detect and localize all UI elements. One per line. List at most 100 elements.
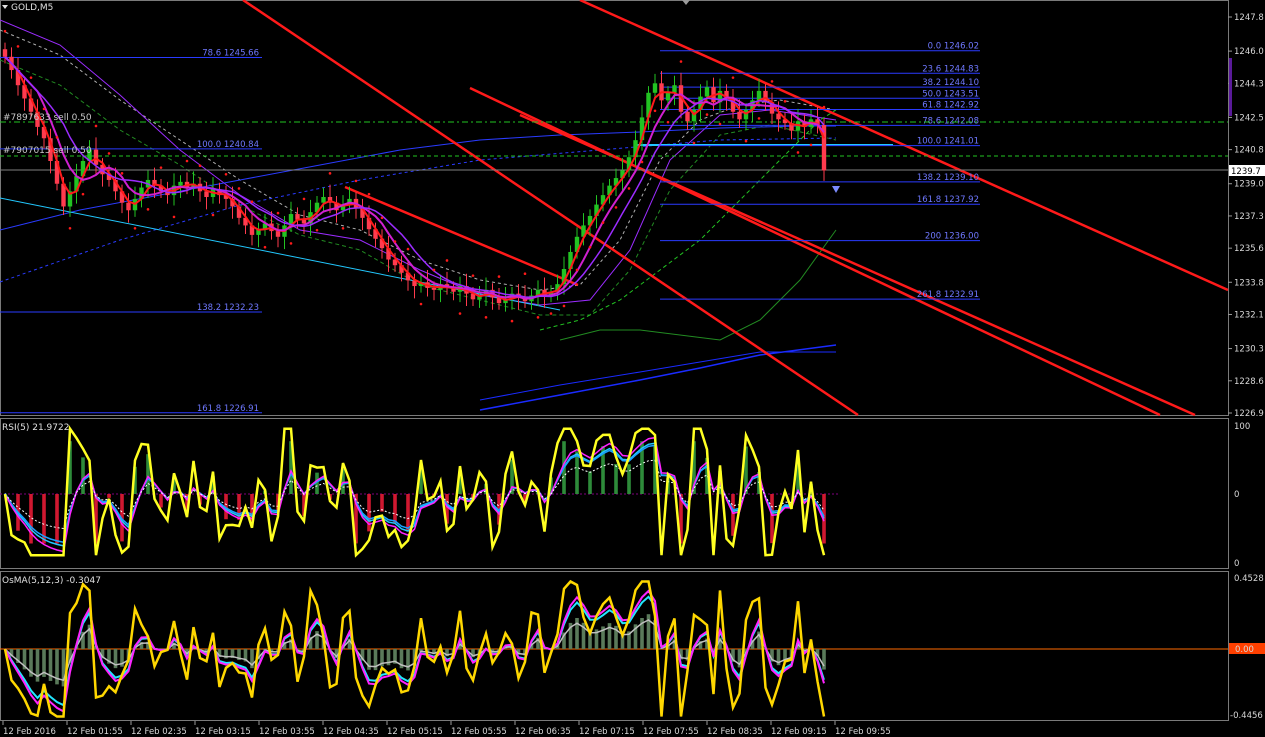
rsi-histogram-bar	[393, 494, 397, 524]
scroll-marker-icon[interactable]	[682, 0, 690, 5]
sar-dot	[432, 268, 436, 272]
osma-histogram-bar	[822, 649, 826, 670]
rsi-histogram-bar	[575, 451, 579, 494]
sar-dot	[237, 187, 241, 190]
sar-dot	[445, 259, 449, 262]
time-tick-label: 12 Feb 02:35	[131, 727, 187, 737]
red-channel-lines[interactable]	[242, 0, 1229, 417]
price-tick-label: 1228.6	[1234, 377, 1264, 387]
sar-dot	[211, 213, 215, 217]
fib-right-label: 261.8 1232.91	[917, 290, 979, 300]
time-tick-label: 12 Feb 05:15	[387, 727, 443, 737]
fib-left-label: 138.2 1232.23	[197, 303, 259, 313]
sar-dot	[159, 166, 163, 169]
time-tick-label: 12 Feb 09:15	[771, 727, 827, 737]
rsi-histogram-bar	[731, 494, 735, 536]
fib-right-label: 0.0 1246.02	[928, 42, 979, 52]
fib-right-label: 161.8 1237.92	[917, 195, 979, 205]
sar-dot	[146, 208, 150, 211]
candle-body	[275, 231, 281, 237]
sar-dot	[796, 151, 800, 154]
time-tick-label: 12 Feb 05:55	[451, 727, 507, 737]
sar-dot	[133, 226, 137, 230]
moving-average-line	[4, 56, 825, 298]
sar-dot	[419, 302, 423, 306]
sar-dot	[341, 226, 345, 230]
sar-dot	[718, 122, 722, 126]
sar-dot	[42, 107, 46, 111]
sar-dot	[81, 192, 85, 196]
candle-body	[665, 92, 671, 101]
sell-arrow-icon	[832, 186, 840, 193]
time-axis[interactable]: 12 Feb 2016 12 Feb 01:55 12 Feb 02:35 12 Fe…	[2, 721, 891, 737]
sar-dot	[380, 216, 384, 220]
price-tick-label: 1239.0	[1234, 180, 1264, 190]
sar-dot	[510, 319, 514, 323]
candle-body	[672, 85, 677, 93]
sar-dot	[471, 274, 475, 277]
fib-right-label: 200 1236.00	[925, 232, 979, 242]
sar-dot	[692, 141, 696, 145]
sar-dot	[120, 172, 124, 175]
rsi-histogram-bar	[588, 471, 592, 494]
sar-dot	[770, 80, 774, 83]
order-label-1[interactable]: #7897633 sell 0.50	[3, 113, 92, 123]
rsi-histogram-bar	[55, 494, 59, 544]
sar-dot	[640, 160, 644, 164]
sar-dot	[289, 242, 293, 245]
time-tick-label: 12 Feb 07:55	[643, 727, 699, 737]
sar-dot	[458, 312, 462, 315]
rsi-histogram-bar	[614, 463, 618, 494]
osma-tick-zero: 0.00	[1235, 645, 1254, 655]
osma-tick-top: 0.4528	[1234, 574, 1264, 584]
sar-dot	[406, 247, 410, 251]
time-tick-label: 12 Feb 2016	[3, 727, 56, 737]
price-axis[interactable]: 1247.8 1246.0 1244.3 1242.5 1240.8 1239.0 1237…	[1228, 13, 1264, 419]
chevron-down-icon[interactable]	[2, 5, 8, 9]
fib-left-label: 100.0 1240.84	[197, 140, 259, 150]
moving-average-line	[4, 56, 825, 300]
rsi-histogram-bar	[159, 494, 163, 508]
order-label-2[interactable]: #7907015 sell 0.50	[3, 146, 92, 156]
trading-chart[interactable]: 0.0 1246.02 23.6 1244.83 38.2 1244.1050.0 …	[0, 0, 1265, 737]
sar-dot	[107, 152, 111, 155]
cyan-trendline[interactable]	[0, 197, 561, 311]
rsi-histogram-bar	[406, 494, 410, 532]
candle-body	[178, 181, 183, 186]
time-tick-label: 12 Feb 03:15	[195, 727, 251, 737]
rsi-title: RSI(5) 21.9722	[2, 423, 69, 433]
sar-dot	[809, 143, 813, 147]
sar-dot	[263, 245, 267, 249]
fib-right-label: 100.0 1241.01	[917, 137, 979, 147]
fib-right-label: 50.0 1243.51	[922, 89, 979, 99]
rsi-tick-100: 100	[1234, 422, 1250, 432]
price-scroll-indicator[interactable]	[1229, 58, 1232, 116]
sar-dot	[315, 228, 319, 232]
sar-dot	[328, 172, 332, 175]
sar-dot	[497, 275, 501, 278]
sar-dot	[94, 124, 98, 128]
sar-dot	[614, 206, 618, 209]
current-price-label: 1239.7	[1231, 167, 1261, 177]
time-tick-label: 12 Feb 04:35	[323, 727, 379, 737]
fib-right-label: 78.6 1242.08	[922, 116, 979, 126]
candle-body	[704, 87, 710, 97]
sar-dot	[68, 226, 72, 230]
sar-dot	[29, 76, 33, 79]
symbol-title[interactable]: GOLD,M5	[2, 3, 53, 13]
sar-dot	[705, 113, 709, 116]
candle-body	[321, 197, 326, 203]
price-tick-label: 1247.8	[1234, 13, 1264, 23]
rsi-histogram-bar	[367, 494, 371, 532]
sar-dot	[757, 117, 761, 120]
fib-right-label: 38.2 1244.10	[922, 78, 979, 88]
time-tick-label: 12 Feb 06:35	[515, 727, 571, 737]
sar-dot	[627, 187, 631, 190]
sar-dot	[523, 272, 527, 276]
fib-left-label: 78.6 1245.66	[202, 49, 259, 59]
sar-dot	[172, 215, 176, 219]
candle-body	[93, 149, 99, 165]
rsi-histogram-bar	[770, 494, 774, 544]
candlestick-series	[2, 42, 827, 312]
sar-dot	[16, 45, 20, 48]
